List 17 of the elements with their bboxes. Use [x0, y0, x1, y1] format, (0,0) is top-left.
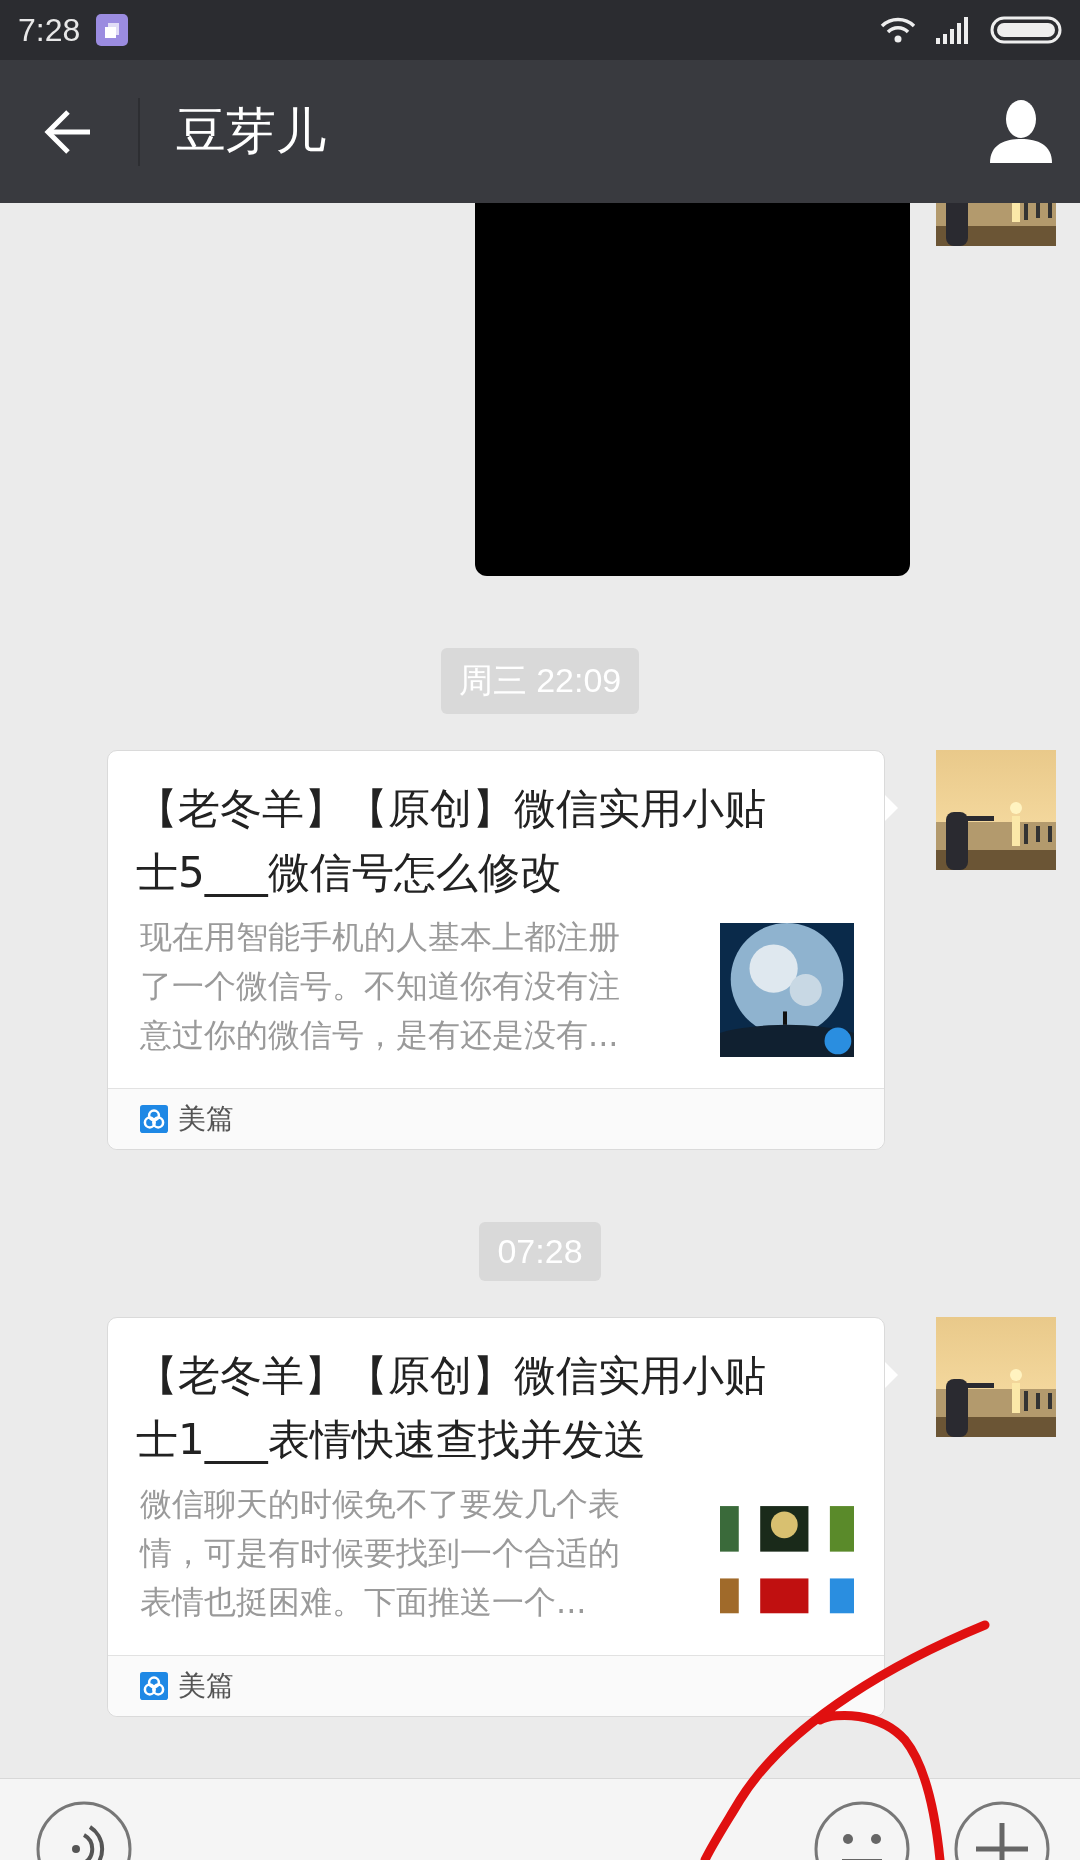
article-title: 【老冬羊】【原创】微信实用小贴士5___微信号怎么修改: [135, 783, 767, 899]
article-card[interactable]: 【老冬羊】【原创】微信实用小贴士1___表情快速查找并发送 微信聊天的时候免不了要发几个表情，可是有时候要找到一个合适的表情也挺困难。下面推送一个... 美篇: [107, 1317, 885, 1717]
article-title: 【老冬羊】【原创】微信实用小贴士1___表情快速查找并发送: [135, 1350, 767, 1466]
source-logo-icon: [140, 1672, 168, 1700]
chat-title: 豆芽儿: [176, 101, 326, 162]
battery-icon: [990, 16, 1062, 44]
app-notification-icon: [96, 14, 129, 46]
article-description: 微信聊天的时候免不了要发几个表情，可是有时候要找到一个合适的表情也挺困难。下面推送一个...: [140, 1484, 621, 1623]
wifi-icon: [878, 15, 918, 45]
source-logo-icon: [140, 1105, 168, 1133]
article-card[interactable]: 【老冬羊】【原创】微信实用小贴士5___微信号怎么修改 现在用智能手机的人基本上都注册了一个微信号。不知道你有没有注意过你的微信号，是有还是没有... 美篇: [107, 750, 885, 1150]
article-description: 现在用智能手机的人基本上都注册了一个微信号。不知道你有没有注意过你的微信号，是有还是没有...: [140, 917, 621, 1056]
bubble-tail: [884, 794, 898, 822]
source-name: 美篇: [178, 1668, 234, 1704]
bubble-tail: [884, 1361, 898, 1389]
status-time: 7:28: [18, 11, 81, 49]
source-name: 美篇: [178, 1101, 234, 1137]
